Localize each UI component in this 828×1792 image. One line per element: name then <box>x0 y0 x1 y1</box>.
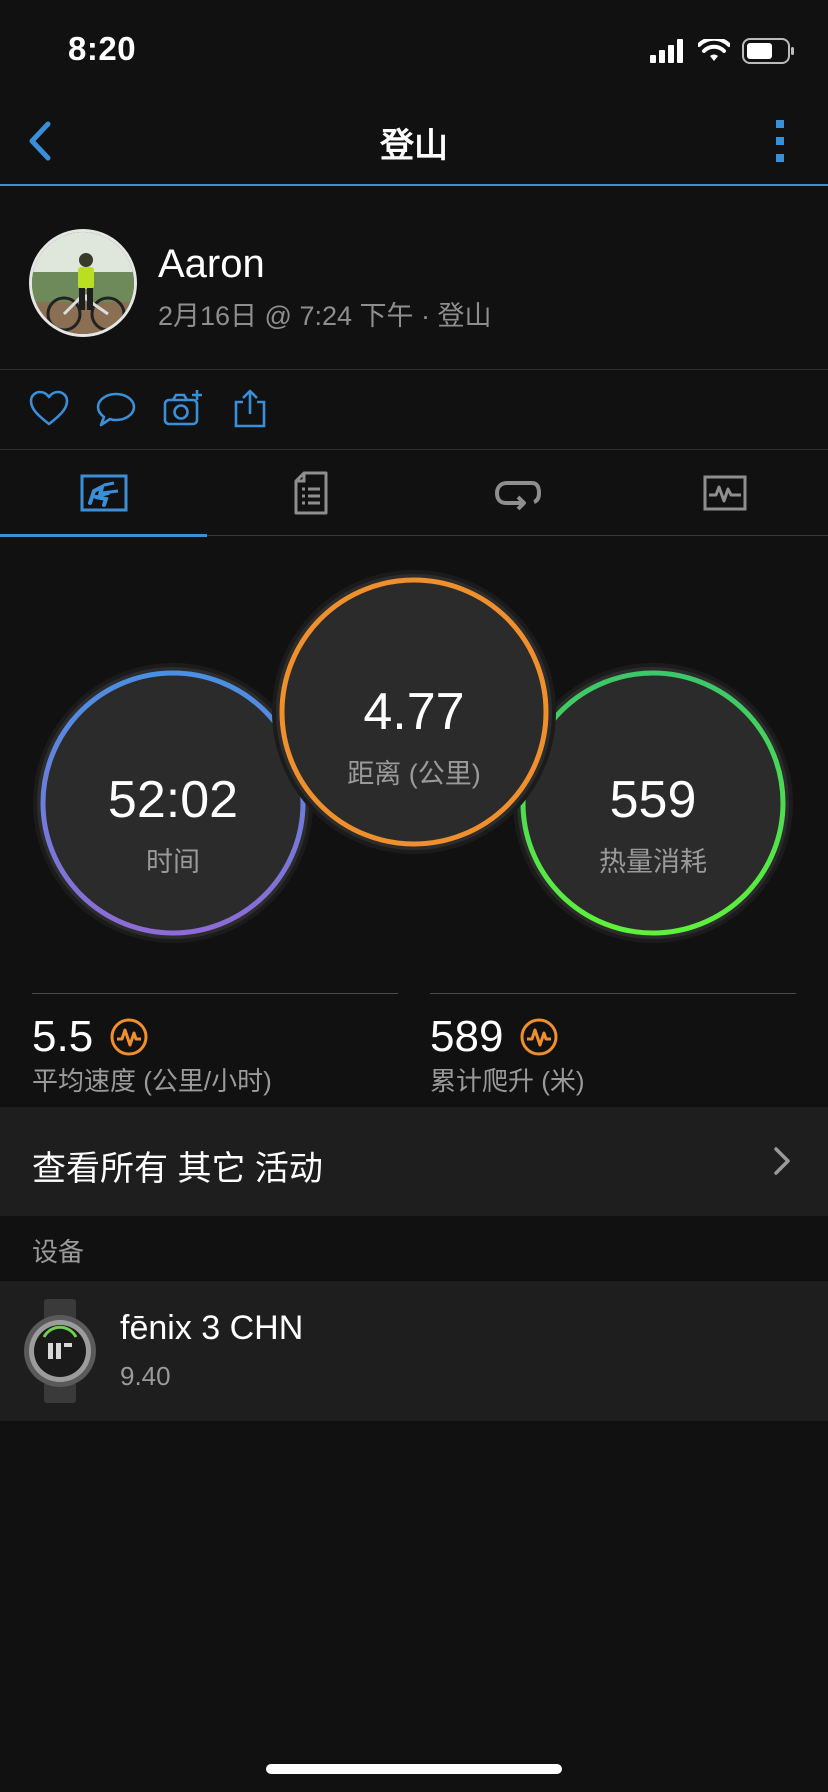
devices-section-title: 设备 <box>32 1237 85 1267</box>
home-indicator[interactable] <box>266 1764 562 1774</box>
chevron-right-icon <box>774 1147 790 1175</box>
wifi-icon <box>698 39 730 61</box>
tab-charts[interactable] <box>621 450 828 535</box>
status-icons <box>650 36 796 66</box>
device-name: fēnix 3 CHN <box>120 1309 304 1347</box>
avatar[interactable] <box>29 229 137 337</box>
activity-tabs <box>0 450 828 537</box>
tab-laps[interactable] <box>414 450 621 535</box>
signal-icon <box>650 39 683 63</box>
details-icon <box>294 471 327 514</box>
stat-distance[interactable]: 4.77 距离 (公里) <box>272 570 556 854</box>
total-ascent-label: 累计爬升 (米) <box>430 1066 585 1096</box>
charts-icon <box>703 475 746 510</box>
total-ascent-value: 589 <box>430 1012 504 1061</box>
tab-details[interactable] <box>207 450 414 535</box>
laps-icon <box>494 480 541 510</box>
status-bar: 8:20 <box>0 0 828 100</box>
page-title: 登山 <box>380 127 448 165</box>
tab-overview[interactable] <box>0 450 207 535</box>
metric-total-ascent[interactable]: 589 累计爬升 (米) <box>430 993 796 1096</box>
activity-meta: 2月16日 @ 7:24 下午 · 登山 <box>158 301 492 331</box>
view-all-label: 查看所有 其它 活动 <box>32 1150 323 1188</box>
distance-label: 距离 (公里) <box>347 759 481 789</box>
watch-image <box>24 1299 96 1403</box>
device-version: 9.40 <box>120 1361 171 1391</box>
badge-icon <box>520 1018 558 1056</box>
distance-value: 4.77 <box>363 683 465 741</box>
share-icon[interactable] <box>229 388 271 430</box>
avg-speed-value: 5.5 <box>32 1012 94 1061</box>
status-time: 8:20 <box>68 30 137 67</box>
social-actions <box>0 370 828 450</box>
activity-detail-screen: 8:20 登山 Aaron 2月16日 @ 7:24 下午 · 登山 52:02… <box>0 0 828 1792</box>
activity-owner: Aaron 2月16日 @ 7:24 下午 · 登山 <box>0 186 828 370</box>
heart-icon[interactable] <box>28 388 70 430</box>
comment-icon[interactable] <box>95 388 137 430</box>
more-vertical-icon[interactable] <box>772 118 788 164</box>
avg-speed-label: 平均速度 (公里/小时) <box>32 1066 272 1096</box>
view-all-activities-row[interactable]: 查看所有 其它 活动 <box>0 1107 828 1216</box>
user-name[interactable]: Aaron <box>158 242 265 287</box>
nav-header: 登山 <box>0 100 828 186</box>
badge-icon <box>110 1018 148 1056</box>
battery-icon <box>742 38 794 64</box>
add-photo-icon[interactable] <box>162 388 204 430</box>
overview-icon <box>80 474 127 511</box>
metric-avg-speed[interactable]: 5.5 平均速度 (公里/小时) <box>32 993 398 1096</box>
device-row[interactable]: fēnix 3 CHN 9.40 <box>0 1281 828 1421</box>
active-tab-indicator <box>0 534 207 537</box>
